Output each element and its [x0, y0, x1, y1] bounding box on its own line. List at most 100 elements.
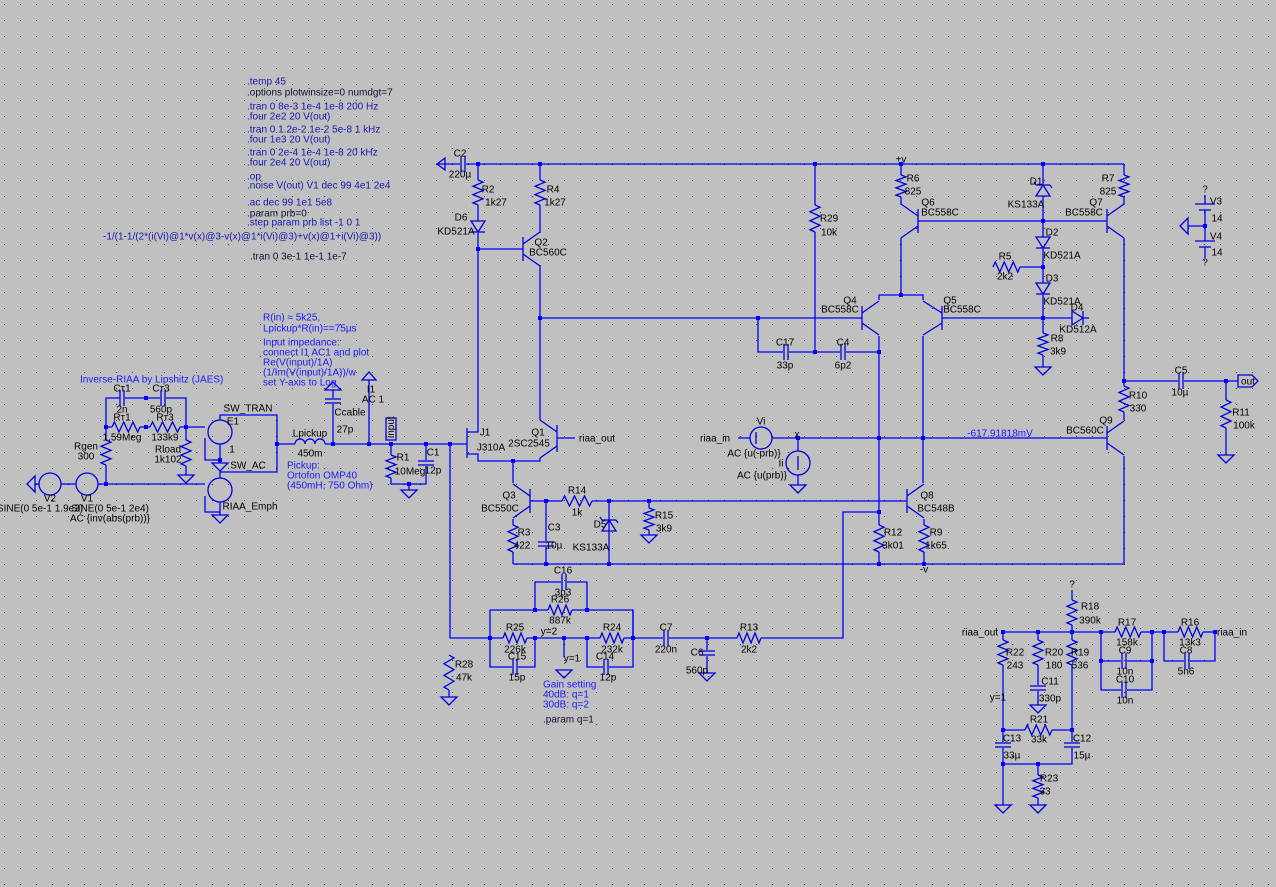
- junction-dot: [813, 162, 817, 166]
- label-components-r16-ref: R16: [1181, 618, 1200, 629]
- junction-dot: [144, 396, 148, 400]
- label-components-r15-ref: R15: [655, 511, 674, 522]
- junction-dot: [533, 608, 537, 612]
- label-components-c2-ref: C2: [454, 149, 467, 160]
- label-components-c3-ref: C3: [548, 523, 561, 534]
- schematic-drawing[interactable]: .temp 45.options plotwinsize=0 numdgt=7.…: [0, 0, 1276, 887]
- junction-dot: [476, 162, 480, 166]
- junction-dot: [1203, 224, 1207, 228]
- label-components-q5-value: BC558C: [943, 305, 981, 316]
- label-components-i1-value: AC 1: [362, 395, 385, 406]
- label-components-j1-value: J310A: [477, 443, 506, 454]
- label-components-c8-value: 5n6: [1178, 667, 1195, 678]
- label-net-labels-sw-ac: SW_AC: [230, 461, 266, 472]
- label-components-r3-value: 422: [514, 541, 531, 552]
- junction-dot: [921, 436, 925, 440]
- label-net-labels-q-r18: ?: [1069, 580, 1075, 591]
- label-components-d1-value: KS133A: [1008, 200, 1045, 211]
- label-components-r29-ref: R29: [820, 214, 839, 225]
- label-components-d5-ref: D5: [594, 520, 607, 531]
- label-components-ccable-value: 27p: [337, 425, 354, 436]
- junction-dot: [877, 350, 881, 354]
- label-components-v1-ac: AC {inv(abs(prb))}: [70, 514, 151, 525]
- label-components-rt3-value: 133k9: [151, 433, 179, 444]
- label-components-c7-ref: C7: [660, 623, 673, 634]
- junction-dot: [607, 499, 611, 503]
- label-directives-13: -1/(1-1/(2*(i(Vi)@1*v(x)@3-v(x)@1*i(Vi)@…: [103, 232, 381, 243]
- label-directives-0: .temp 45: [247, 77, 286, 88]
- label-components-v4-ref: V4: [1210, 232, 1223, 243]
- label-components-c4-value: 6p2: [835, 361, 852, 372]
- junction-dot: [511, 459, 515, 463]
- junction-dot: [1041, 316, 1045, 320]
- junction-dot: [899, 293, 903, 297]
- label-components-d2-ref: D2: [1046, 228, 1059, 239]
- label-components-r23-value: 33: [1039, 787, 1051, 798]
- label-components-q7-value: BC558C: [1065, 208, 1103, 219]
- label-directives-9: .noise V(out) V1 dec 99 4e1 2e4: [247, 181, 391, 192]
- junction-dot: [407, 482, 411, 486]
- junction-dot: [544, 562, 548, 566]
- junction-dot: [1001, 728, 1005, 732]
- label-components-r25-ref: R25: [506, 623, 525, 634]
- junction-dot: [1099, 659, 1103, 663]
- label-net-labels-riaa-out-2: riaa_out: [962, 628, 998, 639]
- label-net-labels-pos-v: +v: [896, 155, 907, 166]
- label-components-r5-ref: R5: [999, 252, 1012, 263]
- label-net-labels-out: out: [1241, 377, 1255, 388]
- label-components-r12-ref: R12: [884, 528, 903, 539]
- label-components-r14-ref: R14: [568, 486, 587, 497]
- junction-dot: [331, 442, 335, 446]
- junction-dot: [1150, 659, 1154, 663]
- label-components-r20-value: 180: [1046, 661, 1063, 672]
- label-components-r24-ref: R24: [603, 623, 622, 634]
- label-components-ct3-ref: Cт3: [152, 384, 170, 395]
- junction-dot: [1001, 630, 1005, 634]
- label-components-r17-ref: R17: [1118, 618, 1137, 629]
- label-net-labels-sw-tran: SW_TRAN: [224, 404, 273, 415]
- label-components-c4-ref: C4: [837, 338, 850, 349]
- label-components-q3-value: BC550C: [481, 504, 519, 515]
- junction-dot: [1070, 728, 1074, 732]
- junction-dot: [1122, 379, 1126, 383]
- junction-dot: [1041, 265, 1045, 269]
- label-components-rt3-ref: Rт3: [156, 413, 174, 424]
- label-components-r7-ref: R7: [1102, 174, 1115, 185]
- label-components-v3-ref: V3: [1210, 197, 1223, 208]
- junction-dot: [585, 608, 589, 612]
- label-components-r2-ref: R2: [482, 185, 495, 196]
- label-components-r6-value: 825: [905, 187, 922, 198]
- label-directives-5: .four 1e3 20 V(out): [247, 135, 330, 146]
- label-directives-10: .ac dec 99 1e1 5e8: [247, 198, 333, 209]
- label-net-labels-x: x: [795, 430, 800, 441]
- label-components-d3-ref: D3: [1046, 274, 1059, 285]
- junction-dot: [647, 499, 651, 503]
- label-components-c15-ref: C15: [508, 652, 527, 663]
- label-components-r7-value: 825: [1100, 187, 1117, 198]
- label-net-labels-y2: y=2: [541, 627, 558, 638]
- label-components-r11-value: 100k: [1233, 421, 1256, 432]
- label-net-labels-q-v4: ?: [1202, 258, 1208, 269]
- label-components-c13-ref: C13: [1003, 734, 1022, 745]
- label-components-d6-value: KD521A: [437, 227, 475, 238]
- label-components-r21-value: 33k: [1031, 735, 1048, 746]
- label-components-q1-value: 2SC2545: [508, 439, 550, 450]
- label-net-labels-riaa-in-2: riaa_in: [1217, 628, 1247, 639]
- label-components-r1-value: 10Meg: [395, 467, 426, 478]
- label-components-j1-ref: J1: [480, 428, 491, 439]
- label-comments-rin-1: Lpickup*R(in)==75µs: [263, 324, 357, 335]
- label-components-r2-value: 1k27: [485, 198, 507, 209]
- schematic-canvas[interactable]: .temp 45 .options plotwinsize=0 numdgt=7.…: [0, 0, 1276, 887]
- junction-dot: [476, 247, 480, 251]
- label-directives-3: .four 2e2 20 V(out): [247, 112, 330, 123]
- junction-dot: [562, 636, 566, 640]
- label-net-labels-neg-v: -v: [920, 565, 928, 576]
- label-components-r28-value: 47k: [456, 673, 473, 684]
- label-components-c14-value: 12p: [600, 673, 617, 684]
- label-directives-14: .tran 0 3e-1 1e-1 1e-7: [250, 252, 347, 263]
- label-components-r26-ref: R26: [551, 595, 570, 606]
- label-components-c8-ref: C8: [1180, 646, 1193, 657]
- label-components-r10-value: 330: [1130, 404, 1147, 415]
- label-components-c17-ref: C17: [776, 338, 795, 349]
- label-components-ct1-ref: Cт1: [113, 384, 131, 395]
